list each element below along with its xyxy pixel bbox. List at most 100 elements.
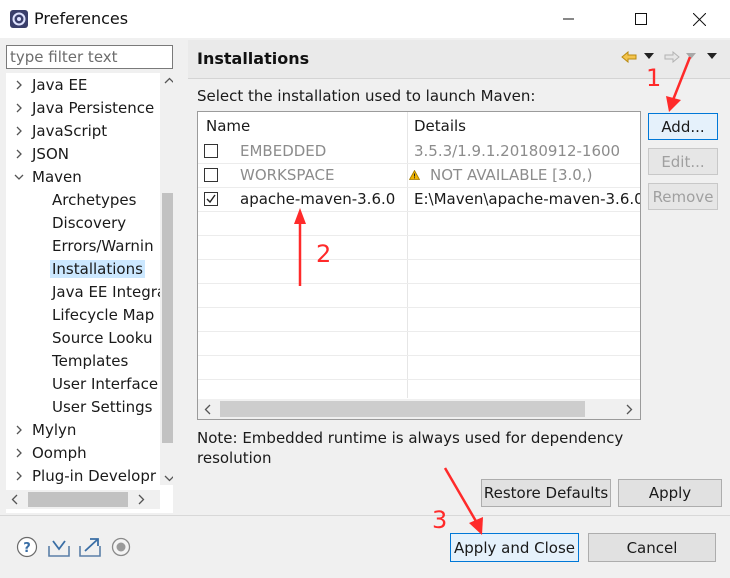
tree-item-label: Java EE bbox=[32, 76, 88, 94]
annotation-number: 2 bbox=[316, 240, 332, 268]
column-header-details[interactable]: Details bbox=[414, 112, 466, 140]
tree-horizontal-scrollbar[interactable] bbox=[6, 490, 160, 509]
preferences-tree[interactable]: Java EE Java Persistence JavaScript JSON… bbox=[6, 73, 173, 513]
tree-horizontal-scroll-thumb[interactable] bbox=[28, 492, 128, 507]
filter-input[interactable] bbox=[10, 47, 170, 67]
bottom-separator bbox=[0, 515, 730, 516]
tree-item-lifecycle-mappings[interactable]: Lifecycle Map bbox=[52, 304, 154, 326]
installations-table[interactable]: Name Details EMBEDDED 3.5.3/1.9.1.201809… bbox=[197, 111, 641, 420]
table-row-empty bbox=[198, 356, 640, 380]
close-window-button[interactable] bbox=[676, 0, 722, 38]
page-title: Installations bbox=[197, 49, 310, 68]
back-menu-dropdown-icon[interactable] bbox=[644, 53, 654, 60]
table-horizontal-scrollbar[interactable] bbox=[198, 399, 640, 419]
table-row-empty bbox=[198, 212, 640, 236]
edit-button[interactable]: Edit... bbox=[648, 148, 718, 175]
checkmark-icon bbox=[206, 194, 216, 204]
row-checkbox[interactable] bbox=[204, 144, 218, 158]
row-name: WORKSPACE bbox=[240, 166, 335, 184]
table-row-empty bbox=[198, 284, 640, 308]
annotation-arrow bbox=[294, 208, 306, 286]
apply-button[interactable]: Apply bbox=[618, 479, 722, 507]
tree-item-java-ee-integration[interactable]: Java EE Integra bbox=[52, 281, 166, 303]
tree-item-label: JSON bbox=[32, 145, 69, 163]
row-name: apache-maven-3.6.0 bbox=[240, 190, 396, 208]
chevron-right-icon[interactable] bbox=[13, 465, 25, 487]
table-horizontal-scroll-thumb[interactable] bbox=[220, 401, 585, 417]
column-header-name[interactable]: Name bbox=[206, 112, 250, 140]
tree-item-label: Archetypes bbox=[52, 191, 137, 209]
chevron-right-icon[interactable] bbox=[13, 97, 25, 119]
remove-button[interactable]: Remove bbox=[648, 183, 718, 210]
tree-item-user-interface[interactable]: User Interface bbox=[52, 373, 158, 395]
maximize-button[interactable] bbox=[618, 0, 664, 38]
back-arrow-icon[interactable] bbox=[621, 51, 637, 63]
scroll-right-icon[interactable] bbox=[137, 494, 145, 505]
tree-item-label: Maven bbox=[32, 168, 82, 186]
tree-item-label: Templates bbox=[52, 352, 129, 370]
chevron-right-icon[interactable] bbox=[13, 74, 25, 96]
warning-icon bbox=[409, 170, 420, 180]
tree-item-archetypes[interactable]: Archetypes bbox=[52, 189, 136, 211]
annotation-number: 1 bbox=[646, 64, 662, 92]
minimize-icon bbox=[563, 18, 574, 20]
annotation-arrow bbox=[666, 56, 692, 112]
export-preferences-icon[interactable] bbox=[78, 536, 102, 558]
maximize-icon bbox=[635, 13, 647, 25]
tree-item-label: Oomph bbox=[32, 444, 87, 462]
tree-item-errors-warnings[interactable]: Errors/Warnin bbox=[52, 235, 154, 257]
chevron-right-icon[interactable] bbox=[13, 419, 25, 441]
scroll-right-icon[interactable] bbox=[625, 404, 633, 415]
help-icon[interactable]: ? bbox=[16, 536, 38, 558]
tree-item-label: Errors/Warnin bbox=[52, 237, 154, 255]
scroll-left-icon[interactable] bbox=[11, 494, 19, 505]
window-title: Preferences bbox=[34, 9, 129, 28]
add-button[interactable]: Add... bbox=[648, 113, 718, 140]
table-row-empty bbox=[198, 308, 640, 332]
row-name: EMBEDDED bbox=[240, 142, 327, 160]
tree-item-label: Installations bbox=[50, 260, 145, 278]
tree-item-label: JavaScript bbox=[32, 122, 108, 140]
row-checkbox[interactable] bbox=[204, 168, 218, 182]
row-checkbox-checked[interactable] bbox=[204, 192, 218, 206]
tree-vertical-scroll-thumb[interactable] bbox=[162, 193, 173, 443]
instruction-label: Select the installation used to launch M… bbox=[197, 87, 536, 105]
tree-item-user-settings[interactable]: User Settings bbox=[52, 396, 152, 418]
row-details: E:\Maven\apache-maven-3.6.0 3 bbox=[414, 190, 640, 208]
view-menu-icon[interactable] bbox=[707, 53, 717, 60]
table-row-embedded[interactable]: EMBEDDED 3.5.3/1.9.1.20180912-1600 bbox=[198, 140, 640, 164]
title-bar: Preferences bbox=[0, 0, 730, 38]
tree-item-discovery[interactable]: Discovery bbox=[52, 212, 126, 234]
row-details: 3.5.3/1.9.1.20180912-1600 bbox=[414, 142, 621, 160]
row-details: NOT AVAILABLE [3.0,) bbox=[430, 166, 593, 184]
table-row-empty bbox=[198, 236, 640, 260]
tree-vertical-scrollbar[interactable] bbox=[160, 73, 173, 485]
tree-item-source-lookup[interactable]: Source Looku bbox=[52, 327, 152, 349]
chevron-right-icon[interactable] bbox=[13, 442, 25, 464]
import-preferences-icon[interactable] bbox=[47, 536, 71, 558]
chevron-right-icon[interactable] bbox=[13, 143, 25, 165]
tree-item-label: Mylyn bbox=[32, 421, 77, 439]
record-icon[interactable] bbox=[111, 537, 131, 557]
table-row-workspace[interactable]: WORKSPACE NOT AVAILABLE [3.0,) bbox=[198, 164, 640, 188]
apply-and-close-button[interactable]: Apply and Close bbox=[450, 533, 579, 562]
minimize-button[interactable] bbox=[546, 0, 592, 38]
scroll-up-icon[interactable] bbox=[164, 77, 173, 85]
table-row-empty bbox=[198, 332, 640, 356]
cancel-button[interactable]: Cancel bbox=[588, 533, 716, 562]
table-row-apache-maven[interactable]: apache-maven-3.6.0 E:\Maven\apache-maven… bbox=[198, 188, 640, 212]
annotation-arrow bbox=[443, 467, 483, 535]
tree-item-templates[interactable]: Templates bbox=[52, 350, 128, 372]
note-text: Note: Embedded runtime is always used fo… bbox=[197, 429, 624, 467]
filter-field[interactable] bbox=[6, 45, 173, 69]
eclipse-preferences-icon bbox=[10, 10, 28, 28]
tree-item-label: User Settings bbox=[52, 398, 153, 416]
chevron-down-icon[interactable] bbox=[13, 166, 25, 188]
tree-item-label: Source Looku bbox=[52, 329, 153, 347]
tree-item-installations[interactable]: Installations bbox=[50, 258, 145, 280]
scroll-down-icon[interactable] bbox=[164, 474, 173, 482]
chevron-right-icon[interactable] bbox=[13, 120, 25, 142]
restore-defaults-button[interactable]: Restore Defaults bbox=[481, 479, 611, 507]
scroll-left-icon[interactable] bbox=[204, 404, 212, 415]
tree-item-label: Lifecycle Map bbox=[52, 306, 155, 324]
